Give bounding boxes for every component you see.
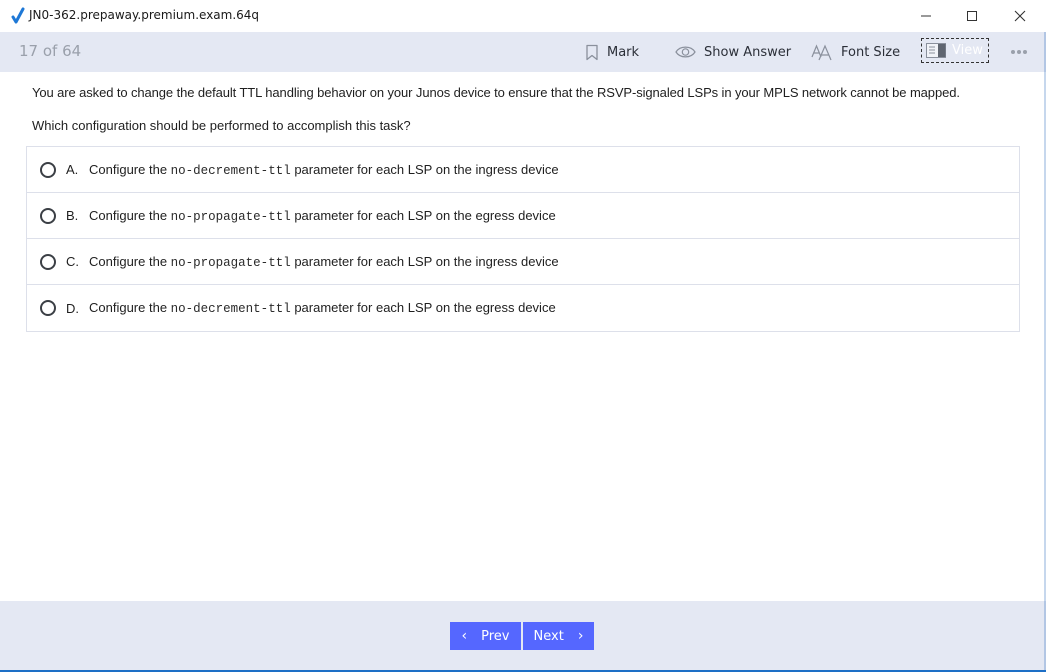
option-code: no-propagate-ttl	[170, 209, 291, 224]
window-title: JN0-362.prepaway.premium.exam.64q	[29, 8, 260, 22]
option-letter: B.	[66, 208, 79, 223]
layout-view-icon	[926, 43, 946, 58]
answer-options: A. Configure the no-decrement-ttl parame…	[26, 146, 1020, 332]
next-label: Next	[533, 628, 564, 644]
option-suffix: parameter for each LSP on the egress dev…	[290, 207, 556, 223]
toolbar: 17 of 64 Mark Show Answer Font Size View	[0, 32, 1046, 72]
view-label: View	[952, 43, 983, 58]
option-b[interactable]: B. Configure the no-propagate-ttl parame…	[27, 193, 1019, 239]
minimize-button[interactable]	[903, 0, 949, 32]
mark-label: Mark	[607, 44, 640, 60]
option-suffix: parameter for each LSP on the ingress de…	[290, 161, 559, 177]
option-d[interactable]: D. Configure the no-decrement-ttl parame…	[27, 285, 1019, 331]
font-size-button[interactable]: Font Size	[811, 32, 900, 72]
bottom-bar: ‹ Prev Next ›	[0, 601, 1046, 672]
font-size-icon	[811, 43, 832, 60]
option-prefix: Configure the	[89, 300, 171, 315]
option-suffix: parameter for each LSP on the ingress de…	[290, 253, 559, 269]
option-text: Configure the no-decrement-ttl parameter…	[89, 300, 556, 316]
option-suffix: parameter for each LSP on the egress dev…	[290, 300, 556, 315]
mark-button[interactable]: Mark	[585, 32, 639, 72]
chevron-right-icon: ›	[577, 628, 584, 644]
chevron-left-icon: ‹	[461, 628, 468, 644]
more-dots-icon	[1011, 50, 1027, 54]
next-button[interactable]: Next ›	[523, 622, 594, 650]
radio-button[interactable]	[40, 207, 56, 224]
question-prompt: Which configuration should be performed …	[32, 118, 411, 133]
option-text: Configure the no-propagate-ttl parameter…	[89, 208, 556, 224]
radio-button[interactable]	[40, 161, 56, 178]
option-letter: A.	[66, 162, 79, 177]
prev-label: Prev	[481, 628, 510, 644]
option-code: no-propagate-ttl	[170, 255, 291, 270]
close-button[interactable]	[997, 0, 1043, 32]
radio-button[interactable]	[40, 253, 56, 270]
app-check-icon	[11, 7, 25, 24]
close-icon	[1014, 10, 1026, 22]
option-prefix: Configure the	[89, 161, 171, 177]
radio-button[interactable]	[40, 300, 56, 316]
maximize-icon	[967, 11, 977, 21]
option-prefix: Configure the	[89, 253, 171, 269]
bookmark-icon	[586, 44, 598, 60]
title-bar: JN0-362.prepaway.premium.exam.64q	[0, 0, 1046, 32]
question-text: You are asked to change the default TTL …	[32, 85, 960, 100]
show-answer-label: Show Answer	[704, 44, 792, 60]
more-button[interactable]	[1010, 32, 1036, 72]
question-counter: 17 of 64	[19, 42, 82, 60]
minimize-icon	[921, 15, 931, 17]
option-code: no-decrement-ttl	[170, 302, 291, 316]
prev-button[interactable]: ‹ Prev	[450, 622, 521, 650]
font-size-label: Font Size	[841, 44, 901, 60]
option-c[interactable]: C. Configure the no-propagate-ttl parame…	[27, 239, 1019, 285]
show-answer-button[interactable]: Show Answer	[675, 32, 791, 72]
view-button[interactable]: View	[921, 38, 989, 63]
option-text: Configure the no-propagate-ttl parameter…	[89, 254, 559, 270]
maximize-button[interactable]	[949, 0, 995, 32]
option-prefix: Configure the	[89, 207, 171, 223]
option-code: no-decrement-ttl	[170, 163, 291, 178]
option-letter: C.	[66, 254, 79, 269]
option-a[interactable]: A. Configure the no-decrement-ttl parame…	[27, 147, 1019, 193]
option-letter: D.	[66, 300, 79, 316]
eye-icon	[675, 46, 696, 58]
option-text: Configure the no-decrement-ttl parameter…	[89, 162, 559, 178]
